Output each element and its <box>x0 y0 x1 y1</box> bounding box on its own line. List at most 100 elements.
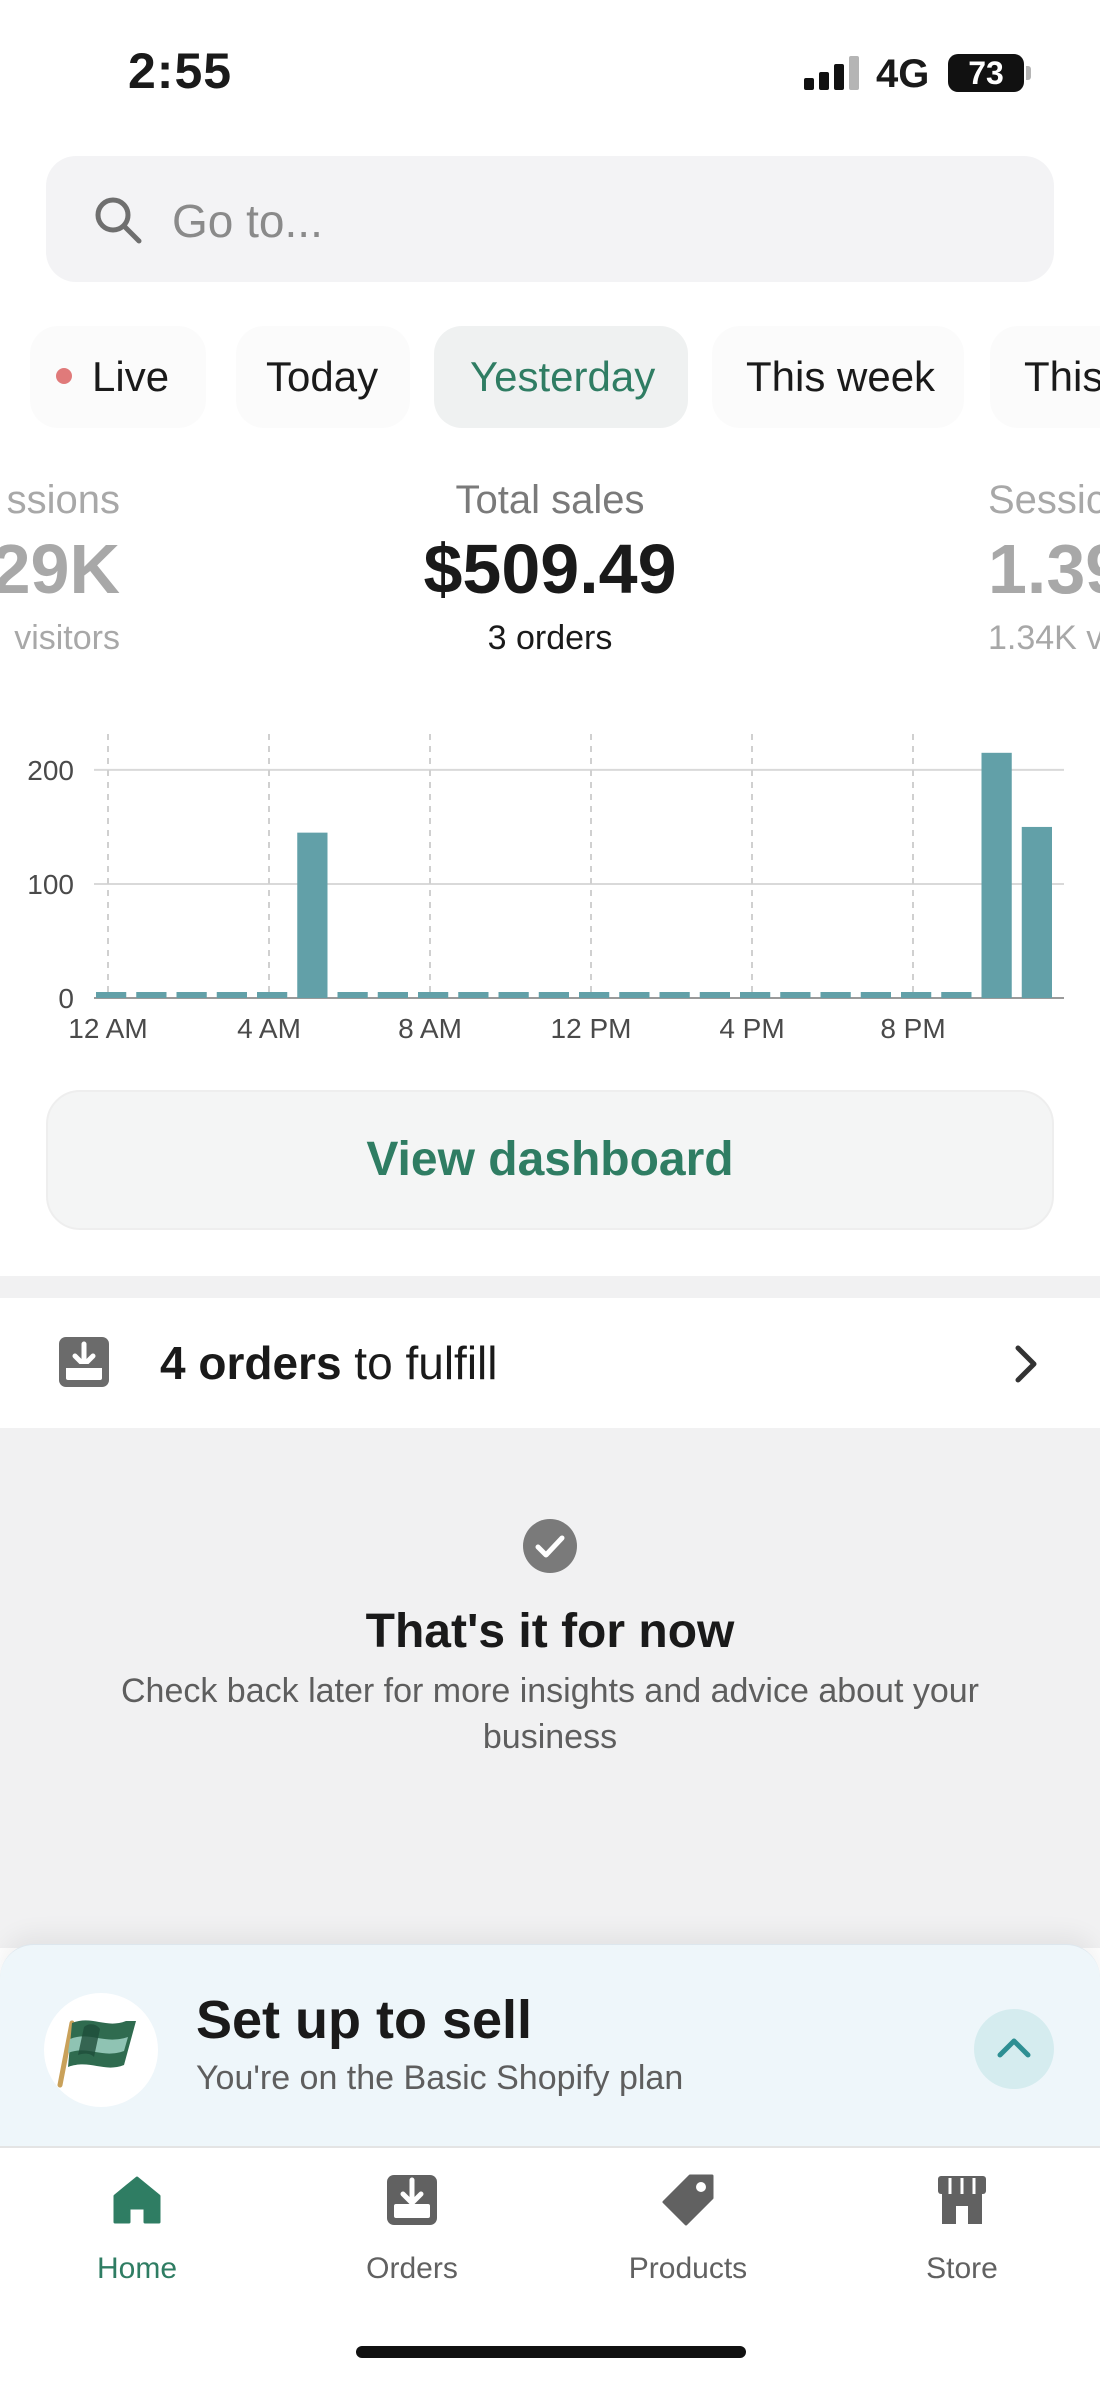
sales-chart[interactable]: 0 100 200 12 AM 4 AM 8 AM 12 PM 4 PM 8 PM <box>0 720 1100 1050</box>
home-indicator <box>356 2346 746 2358</box>
x-tick-label: 8 PM <box>880 1013 945 1044</box>
chart-bar <box>297 832 328 998</box>
chart-bar <box>176 992 207 998</box>
range-pill-live[interactable]: Live <box>30 326 206 428</box>
metric-sessions-left[interactable]: ssions 29K visitors <box>0 478 120 658</box>
sales-chart-svg: 0 100 200 12 AM 4 AM 8 AM 12 PM 4 PM 8 PM <box>27 734 1064 1044</box>
tab-label: Orders <box>366 2252 458 2285</box>
flag-icon <box>57 2020 136 2088</box>
section-divider <box>0 1276 1100 1298</box>
chart-bar <box>820 992 851 998</box>
chart-bar <box>780 992 811 998</box>
metric-sub: visitors <box>14 619 120 657</box>
status-time: 2:55 <box>128 43 233 99</box>
metric-label: Sessic <box>988 478 1100 522</box>
range-label: Today <box>266 353 379 400</box>
x-tick-label: 8 AM <box>398 1013 462 1044</box>
x-tick-label: 12 AM <box>68 1013 147 1044</box>
chart-bar <box>901 992 932 998</box>
tab-label: Home <box>96 2252 178 2285</box>
chart-bar <box>740 992 771 998</box>
metric-label: ssions <box>6 478 120 522</box>
metric-total-sales[interactable]: Total sales $509.49 3 orders <box>350 478 750 658</box>
search-input[interactable]: Go to... <box>46 156 1054 282</box>
check-circle-icon <box>523 1519 577 1573</box>
chart-bar <box>458 992 489 998</box>
empty-state-title: That's it for now <box>365 1605 735 1658</box>
tab-label: Store <box>926 2252 998 2285</box>
x-tick-label: 4 AM <box>237 1013 301 1044</box>
home-icon <box>113 2176 161 2224</box>
tab-store[interactable]: Store <box>862 2172 1062 2286</box>
chart-bar <box>538 992 569 998</box>
search-icon <box>95 197 142 244</box>
flag-avatar <box>44 1993 158 2107</box>
range-label: Live <box>92 353 170 400</box>
range-label: Yesterday <box>470 353 656 400</box>
chart-bar <box>860 992 891 998</box>
setup-to-sell-banner[interactable]: Set up to sell You're on the Basic Shopi… <box>0 1944 1100 2146</box>
chart-bar <box>498 992 529 998</box>
chart-bar <box>337 992 368 998</box>
range-pill-this-week[interactable]: This week <box>712 326 964 428</box>
setup-title: Set up to sell <box>196 1990 533 2050</box>
date-range-selector: Live Today Yesterday This week This <box>0 326 1100 430</box>
signal-icon <box>804 56 860 90</box>
empty-state-body: Check back later for more insights and a… <box>120 1672 979 1756</box>
chart-bar <box>981 752 1012 998</box>
metric-value: 29K <box>0 530 120 608</box>
store-icon <box>938 2176 986 2224</box>
chart-bar <box>579 992 610 998</box>
x-tick-label: 4 PM <box>719 1013 784 1044</box>
insights-empty-state: That's it for now Check back later for m… <box>0 1428 1100 1948</box>
chart-bar <box>257 992 288 998</box>
chevron-up-icon <box>997 2038 1031 2058</box>
chart-bar <box>619 992 650 998</box>
expand-setup-button[interactable] <box>974 2009 1054 2089</box>
range-pill-today[interactable]: Today <box>236 326 410 428</box>
inbox-download-icon <box>59 1337 109 1387</box>
battery-tip <box>1026 66 1031 80</box>
chart-bar <box>659 992 690 998</box>
metric-value: $509.49 <box>423 530 677 608</box>
orders-icon <box>387 2175 437 2225</box>
network-type: 4G <box>876 52 930 96</box>
chart-bar <box>216 992 247 998</box>
view-dashboard-button[interactable]: View dashboard <box>46 1090 1054 1230</box>
range-pill-this-month[interactable]: This <box>990 326 1100 428</box>
chart-bar <box>941 992 972 998</box>
tab-orders[interactable]: Orders <box>312 2172 512 2286</box>
metric-sessions-right[interactable]: Sessic 1.39 1.34K v <box>988 478 1100 658</box>
metric-value: 1.39 <box>988 530 1100 608</box>
chart-bar <box>377 992 408 998</box>
chart-bar <box>96 992 127 998</box>
status-bar: 2:55 4G 73 <box>0 0 1100 140</box>
orders-to-fulfill-row[interactable]: 4 orders to fulfill <box>0 1298 1100 1428</box>
range-label: This week <box>746 353 936 400</box>
x-tick-label: 12 PM <box>551 1013 632 1044</box>
metric-sub: 3 orders <box>487 619 613 657</box>
y-tick-label: 0 <box>58 983 74 1014</box>
tab-home[interactable]: Home <box>37 2172 237 2286</box>
chart-bar <box>136 992 167 998</box>
chart-bar <box>418 992 449 998</box>
tab-products[interactable]: Products <box>588 2172 788 2286</box>
battery-icon: 73 <box>948 54 1024 92</box>
tab-label: Products <box>628 2252 748 2285</box>
chart-bar <box>699 992 730 998</box>
metric-sub: 1.34K v <box>988 619 1100 657</box>
range-label: This <box>1024 353 1100 400</box>
tag-icon <box>662 2174 714 2226</box>
fulfill-count: 4 orders <box>160 1337 342 1389</box>
fulfill-suffix: to fulfill <box>341 1337 498 1389</box>
range-pill-yesterday[interactable]: Yesterday <box>434 326 688 428</box>
fulfill-text: 4 orders to fulfill <box>160 1336 497 1390</box>
live-dot-icon <box>56 367 72 384</box>
chart-bar <box>1021 826 1052 998</box>
chevron-right-icon <box>1015 1345 1037 1383</box>
search-placeholder: Go to... <box>172 195 323 247</box>
y-tick-label: 100 <box>27 869 74 900</box>
y-tick-label: 200 <box>27 755 74 786</box>
metric-label: Total sales <box>455 478 645 522</box>
setup-subtitle: You're on the Basic Shopify plan <box>196 2059 684 2097</box>
